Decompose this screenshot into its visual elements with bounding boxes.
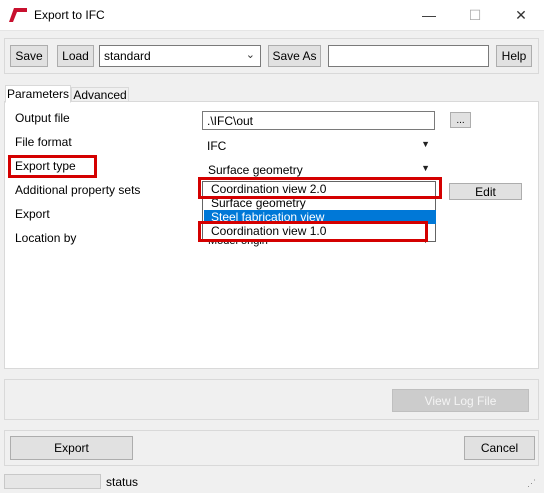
window-title: Export to IFC xyxy=(34,8,105,22)
maximize-icon: ☐ xyxy=(468,6,482,23)
tab-parameters[interactable]: Parameters xyxy=(5,85,71,103)
export-type-select[interactable]: Surface geometry ▼ xyxy=(202,159,435,179)
minimize-button[interactable]: — xyxy=(406,0,452,30)
save-as-name-input[interactable] xyxy=(328,45,489,67)
view-log-file-button[interactable]: View Log File xyxy=(392,389,529,412)
help-button[interactable]: Help xyxy=(496,45,532,67)
coordination-view-2-highlight xyxy=(198,177,442,199)
title-bar: Export to IFC — ☐ ✕ xyxy=(0,0,544,31)
location-by-label: Location by xyxy=(15,231,77,245)
additional-property-sets-label: Additional property sets xyxy=(15,183,141,197)
output-file-label: Output file xyxy=(15,111,70,125)
file-format-value: IFC xyxy=(207,139,227,153)
file-format-select[interactable]: IFC ▼ xyxy=(202,135,435,155)
export-label: Export xyxy=(15,207,50,221)
output-file-input[interactable]: .\IFC\out xyxy=(202,111,435,130)
export-type-highlight xyxy=(8,155,97,178)
chevron-down-icon: ⌄ xyxy=(245,49,255,61)
app-logo-icon xyxy=(9,8,27,22)
minimize-icon: — xyxy=(422,7,436,23)
close-button[interactable]: ✕ xyxy=(498,0,544,30)
cancel-button[interactable]: Cancel xyxy=(464,436,535,460)
load-button[interactable]: Load xyxy=(57,45,94,67)
export-button[interactable]: Export xyxy=(10,436,133,460)
save-button[interactable]: Save xyxy=(10,45,48,67)
edit-property-sets-button[interactable]: Edit xyxy=(449,183,522,200)
coordination-view-1-highlight xyxy=(198,221,428,242)
file-format-label: File format xyxy=(15,135,72,149)
tab-advanced[interactable]: Advanced xyxy=(71,87,129,102)
preset-value: standard xyxy=(104,49,151,63)
save-as-button[interactable]: Save As xyxy=(268,45,321,67)
export-type-value: Surface geometry xyxy=(208,163,303,177)
preset-select[interactable]: standard ⌄ xyxy=(99,45,261,67)
progress-bar xyxy=(4,474,101,489)
close-icon: ✕ xyxy=(515,6,527,23)
dropdown-arrow-icon: ▼ xyxy=(421,139,430,149)
browse-button[interactable]: ... xyxy=(450,112,471,128)
dropdown-arrow-icon: ▼ xyxy=(421,163,430,173)
maximize-button[interactable]: ☐ xyxy=(452,0,498,30)
status-text: status xyxy=(106,475,139,489)
resize-grip-icon[interactable]: ⋰ xyxy=(527,478,536,489)
